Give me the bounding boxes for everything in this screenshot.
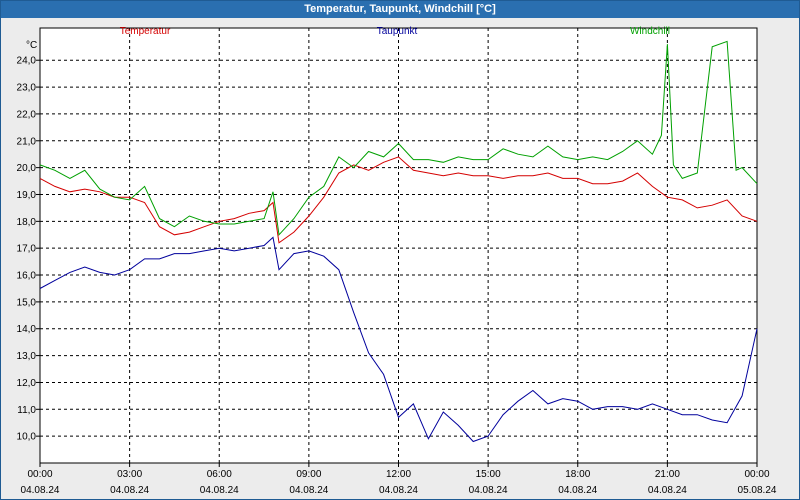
- x-tick-time: 12:00: [386, 469, 411, 480]
- x-tick-time: 06:00: [207, 469, 232, 480]
- x-tick-time: 15:00: [476, 469, 501, 480]
- y-tick-label: 17,0: [17, 244, 37, 255]
- legend-taupunkt: Taupunkt: [377, 26, 418, 37]
- y-tick-label: 20,0: [17, 163, 37, 174]
- line-chart: 10,0 11,0 12,0 13,0 14,0 15,0 16,0 17,0 18,0 19,0…: [17, 26, 777, 496]
- y-tick-label: 19,0: [17, 190, 37, 201]
- x-tick-time: 21:00: [655, 469, 680, 480]
- y-tick-label: 16,0: [17, 271, 37, 282]
- y-tick-label: 21,0: [17, 136, 37, 147]
- y-tick-label: 15,0: [17, 297, 37, 308]
- x-tick-date: 04.08.24: [21, 485, 60, 496]
- x-tick-time: 09:00: [296, 469, 321, 480]
- x-tick-date: 04.08.24: [648, 485, 687, 496]
- y-axis-label: °C: [26, 40, 37, 51]
- y-tick-label: 11,0: [17, 405, 36, 416]
- y-tick-label: 23,0: [17, 83, 37, 94]
- y-tick-label: 14,0: [17, 324, 37, 335]
- x-tick-date: 04.08.24: [110, 485, 149, 496]
- x-tick-date: 04.08.24: [200, 485, 239, 496]
- x-tick-time: 00:00: [27, 469, 52, 480]
- legend-windchill: Windchill: [630, 26, 670, 37]
- x-tick-date: 04.08.24: [379, 485, 418, 496]
- y-tick-label: 13,0: [17, 351, 37, 362]
- y-tick-label: 22,0: [17, 109, 37, 120]
- x-tick-time: 18:00: [565, 469, 590, 480]
- y-tick-label: 10,0: [17, 432, 37, 443]
- x-tick-time: 00:00: [744, 469, 769, 480]
- y-tick-label: 12,0: [17, 378, 37, 389]
- x-tick-date: 04.08.24: [469, 485, 508, 496]
- x-tick-date: 04.08.24: [558, 485, 597, 496]
- y-tick-label: 18,0: [17, 217, 37, 228]
- y-tick-label: 24,0: [17, 56, 37, 67]
- x-tick-date: 04.08.24: [289, 485, 328, 496]
- x-tick-time: 03:00: [117, 469, 142, 480]
- x-tick-date: 05.08.24: [738, 485, 777, 496]
- legend-temperatur: Temperatur: [120, 26, 171, 37]
